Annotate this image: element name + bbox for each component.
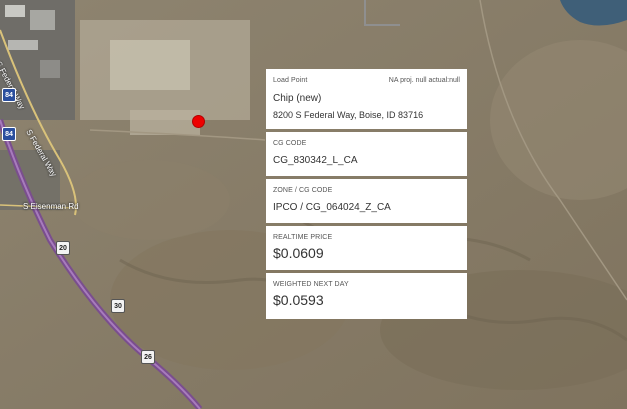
info-panel: Load Point NA proj. null actual:null Chi… [266, 69, 467, 322]
load-point-label: Load Point [273, 77, 308, 84]
cg-code-card: CG CODE CG_830342_L_CA [266, 132, 467, 176]
realtime-price-card: REALTIME PRICE $0.0609 [266, 226, 467, 270]
i84-shield-b: 84 [2, 127, 16, 141]
weighted-next-day-label: WEIGHTED NEXT DAY [273, 281, 349, 288]
zone-value: IPCO / CG_064024_Z_CA [273, 202, 391, 213]
zone-card: ZONE / CG CODE IPCO / CG_064024_Z_CA [266, 179, 467, 223]
weighted-next-day-card: WEIGHTED NEXT DAY $0.0593 [266, 273, 467, 319]
zone-label: ZONE / CG CODE [273, 187, 333, 194]
load-point-marker[interactable] [192, 115, 205, 128]
realtime-price-label: REALTIME PRICE [273, 234, 333, 241]
projection-meta: NA proj. null actual:null [388, 77, 460, 84]
load-point-address: 8200 S Federal Way, Boise, ID 83716 [273, 110, 424, 120]
load-point-name: Chip (new) [273, 93, 322, 104]
cg-code-value: CG_830342_L_CA [273, 155, 358, 166]
load-point-card: Load Point NA proj. null actual:null Chi… [266, 69, 467, 129]
route-20-shield: 20 [56, 241, 70, 255]
route-30-shield: 30 [111, 299, 125, 313]
route-26-shield: 26 [141, 350, 155, 364]
weighted-next-day-value: $0.0593 [273, 292, 324, 308]
cg-code-label: CG CODE [273, 140, 307, 147]
road-label-eisenman: S Eisenman Rd [23, 202, 79, 211]
realtime-price-value: $0.0609 [273, 245, 324, 261]
i84-shield-a: 84 [2, 88, 16, 102]
